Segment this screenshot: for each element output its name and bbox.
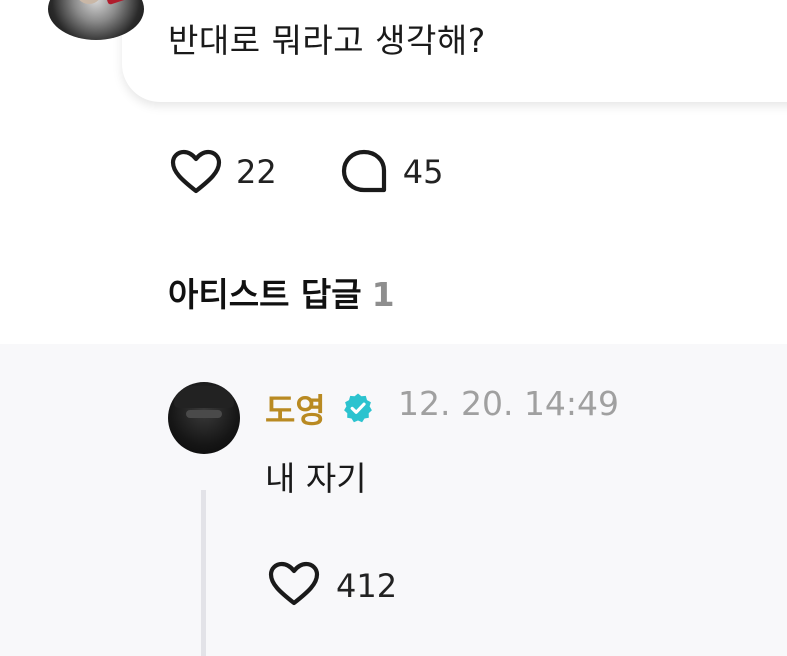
artist-replies-count: 1 (371, 275, 395, 314)
heart-icon (268, 561, 320, 611)
artist-replies-heading: 아티스트 답글 1 (168, 268, 395, 316)
verified-badge-icon (342, 392, 374, 424)
reply-like-count: 412 (336, 567, 398, 605)
artist-replies-title: 아티스트 답글 (168, 275, 362, 314)
avatar-eyes-shape (186, 410, 222, 418)
reply-text: 내 자기 (265, 459, 367, 498)
heart-icon (170, 149, 222, 195)
artist-avatar[interactable] (168, 382, 240, 454)
avatar-cap-shape (174, 386, 234, 408)
like-count: 22 (236, 153, 277, 191)
post-reactions: 22 45 (170, 148, 443, 196)
artist-name[interactable]: 도영 (265, 384, 326, 432)
comment-icon (339, 148, 389, 196)
thread-line (201, 490, 206, 656)
reply-timestamp: 12. 20. 14:49 (398, 384, 620, 423)
reply-like-button[interactable]: 412 (268, 561, 397, 611)
like-button[interactable]: 22 (170, 149, 277, 195)
avatar-face-shape (74, 0, 104, 4)
fan-post-page: 반대로 뭐라고 생각해? 22 45 아티스트 답글 1 도영 12. 20. … (0, 0, 787, 656)
comment-count: 45 (402, 153, 444, 191)
avatar-red-patch (104, 0, 130, 6)
comment-button[interactable]: 45 (339, 148, 444, 196)
post-text: 반대로 뭐라고 생각해? (168, 21, 486, 60)
